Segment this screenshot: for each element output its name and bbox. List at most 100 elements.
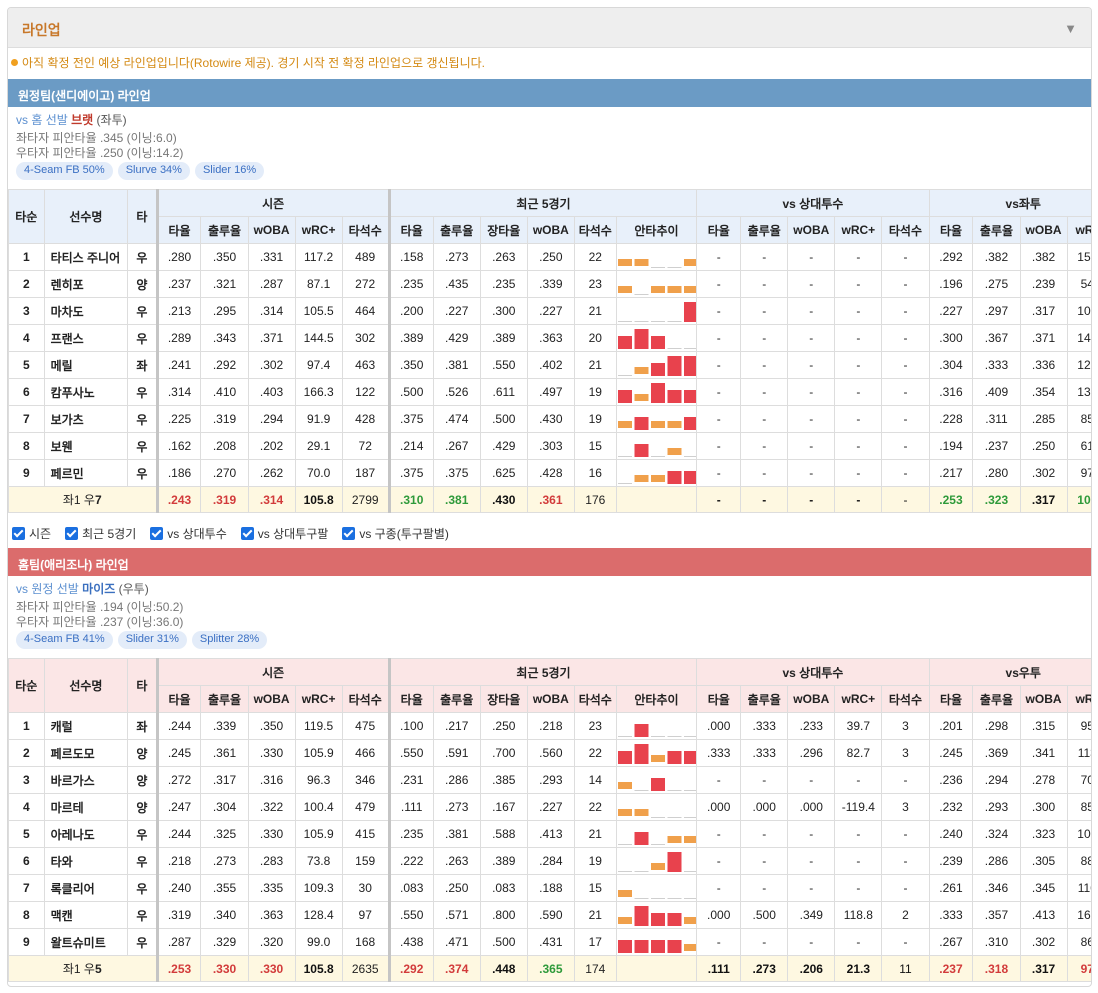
player-name[interactable]: 타티스 주니어: [43, 243, 129, 271]
player-name[interactable]: 캐럴: [43, 712, 129, 740]
trend-bar: [683, 917, 696, 924]
bat-hand: 우: [127, 847, 159, 875]
table-row[interactable]: 6 타와 우 .218.273.283 73.8 159.222.263.389.284 1…: [8, 847, 1091, 875]
table-row[interactable]: 2 렌히포 양 .237.321.287 87.1 272.235.435.235.339…: [8, 270, 1091, 298]
table-row[interactable]: 1 캐럴 좌 .244.339.350 119.5 475.100.217.250.218…: [8, 712, 1091, 740]
player-name[interactable]: 타와: [43, 847, 129, 875]
table-row[interactable]: 4 프랜스 우 .289.343.371 144.5 302.389.429.389.36…: [8, 324, 1091, 352]
trend-baseline: [634, 871, 649, 872]
player-name[interactable]: 메릴: [43, 351, 129, 379]
panel-header[interactable]: 라인업 ▼: [8, 8, 1091, 48]
player-name[interactable]: 렌히포: [43, 270, 129, 298]
table-row[interactable]: 5 아레나도 우 .244.325.330 105.9 415.235.381.588.4…: [8, 820, 1091, 848]
trend-baseline: [683, 817, 696, 818]
vs-pitcher-stat: .000: [787, 793, 836, 821]
chevron-down-icon[interactable]: ▼: [1064, 21, 1077, 36]
col-hand: 타: [127, 189, 159, 244]
season-stat: 117.2: [294, 243, 343, 271]
checkbox-checked-icon[interactable]: [240, 527, 254, 540]
home-pitcher-link[interactable]: 마이즈: [82, 582, 115, 596]
recent-stat: .217: [432, 712, 481, 740]
season-stat: .330: [247, 820, 296, 848]
vs-pitcher-stat: -: [881, 847, 930, 875]
player-name[interactable]: 프랜스: [43, 324, 129, 352]
table-row[interactable]: 3 바르가스 양 .272.317.316 96.3 346.231.286.385.29…: [8, 766, 1091, 794]
season-stat: 105.9: [294, 739, 343, 767]
filter-checkbox[interactable]: 시즌: [12, 525, 51, 542]
table-row[interactable]: 9 왈트슈미트 우 .287.329.320 99.0 168.438.471.500.4…: [8, 928, 1091, 956]
table-row[interactable]: 9 페르민 우 .186.270.262 70.0 187.375.375.625.428…: [8, 459, 1091, 487]
player-name[interactable]: 보가츠: [43, 405, 129, 433]
vs-hand-stat: .316: [928, 378, 974, 406]
season-stat: .162: [156, 432, 202, 460]
checkbox-checked-icon[interactable]: [65, 527, 79, 540]
vs-pitcher-stat: -: [787, 405, 836, 433]
batting-order: 5: [8, 351, 45, 379]
season-stat: .262: [247, 459, 296, 487]
checkbox-checked-icon[interactable]: [342, 527, 356, 540]
table-row[interactable]: 1 타티스 주니어 우 .280.350.331 117.2 489.158.273.26…: [8, 243, 1091, 271]
filter-checkbox[interactable]: vs 상대투수: [150, 525, 227, 542]
bat-hand: 우: [127, 874, 159, 902]
vs-hand-stat: .275: [972, 270, 1021, 298]
table-row[interactable]: 7 록클리어 우 .240.355.335 109.3 30.083.250.083.18…: [8, 874, 1091, 902]
player-name[interactable]: 캄푸사노: [43, 378, 129, 406]
trend-baseline: [617, 321, 632, 322]
hit-trend-chart: [615, 459, 698, 487]
trend-bar: [617, 890, 632, 897]
player-name[interactable]: 페르민: [43, 459, 129, 487]
batting-order: 7: [8, 405, 45, 433]
recent-stat: .303: [526, 432, 575, 460]
away-pitcher-link[interactable]: 브랫: [71, 113, 93, 127]
recent-stat: .235: [479, 270, 528, 298]
vs-pitcher-stat: 3: [881, 712, 930, 740]
recent-stat: .375: [432, 459, 481, 487]
player-name[interactable]: 페르도모: [43, 739, 129, 767]
filter-checkbox[interactable]: vs 상대투구팔: [240, 525, 328, 542]
recent-stat: .389: [479, 324, 528, 352]
vs-hand-stat: 61.9: [1066, 432, 1091, 460]
season-stat: .186: [156, 459, 202, 487]
vs-pitcher-stat: -: [696, 874, 742, 902]
table-row[interactable]: 8 보웬 우 .162.208.202 29.1 72.214.267.429.303 15…: [8, 432, 1091, 460]
table-row[interactable]: 4 마르테 양 .247.304.322 100.4 479.111.273.167.22…: [8, 793, 1091, 821]
vs-pitcher-stat: -119.4: [834, 793, 883, 821]
player-name[interactable]: 바르가스: [43, 766, 129, 794]
player-name[interactable]: 왈트슈미트: [43, 928, 129, 956]
table-row[interactable]: 8 맥캔 우 .319.340.363 128.4 97.550.571.800.590 2…: [8, 901, 1091, 929]
recent-stat: .350: [388, 351, 434, 379]
group-recent5: 최근 5경기: [388, 189, 698, 217]
player-name[interactable]: 마차도: [43, 297, 129, 325]
home-pitch-mix: 4-Seam FB 41% Slider 31% Splitter 28%: [16, 631, 268, 649]
table-row[interactable]: 7 보가츠 우 .225.319.294 91.9 428.375.474.500.430…: [8, 405, 1091, 433]
checkbox-checked-icon[interactable]: [12, 527, 25, 540]
recent-stat: .571: [432, 901, 481, 929]
recent-stat: 21: [573, 901, 617, 929]
batting-order: 9: [8, 459, 45, 487]
vs-pitcher-stat: 2: [881, 901, 930, 929]
checkbox-checked-icon[interactable]: [150, 527, 164, 540]
bat-hand: 양: [127, 793, 159, 821]
recent-stat: .381: [432, 351, 481, 379]
filter-checkbox[interactable]: vs 구종(투구팔별): [342, 525, 449, 542]
bat-hand: 우: [127, 297, 159, 325]
table-row[interactable]: 2 페르도모 양 .245.361.330 105.9 466.550.591.700.5…: [8, 739, 1091, 767]
filter-checkbox[interactable]: 최근 5경기: [65, 525, 136, 542]
recent-stat: .526: [432, 378, 481, 406]
trend-bar: [667, 940, 682, 953]
season-stat: .319: [200, 405, 249, 433]
player-name[interactable]: 록클리어: [43, 874, 129, 902]
table-row[interactable]: 6 캄푸사노 우 .314.410.403 166.3 122.500.526.611.4…: [8, 378, 1091, 406]
season-stat: .244: [156, 712, 202, 740]
vs-hand-stat: .333: [972, 351, 1021, 379]
batting-order: 2: [8, 739, 45, 767]
vs-pitcher-stat: -: [787, 766, 836, 794]
season-stat: 100.4: [294, 793, 343, 821]
player-name[interactable]: 아레나도: [43, 820, 129, 848]
table-row[interactable]: 5 메릴 좌 .241.292.302 97.4 463.350.381.550.402 2…: [8, 351, 1091, 379]
season-stat: .289: [156, 324, 202, 352]
player-name[interactable]: 맥캔: [43, 901, 129, 929]
player-name[interactable]: 마르테: [43, 793, 129, 821]
table-row[interactable]: 3 마차도 우 .213.295.314 105.5 464.200.227.300.22…: [8, 297, 1091, 325]
player-name[interactable]: 보웬: [43, 432, 129, 460]
